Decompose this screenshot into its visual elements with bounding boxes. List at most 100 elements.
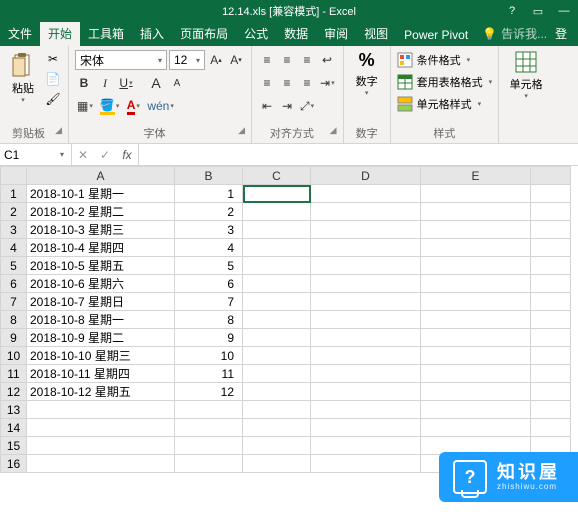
cell[interactable] bbox=[531, 257, 571, 275]
cell[interactable]: 2018-10-4 星期四 bbox=[27, 239, 175, 257]
cell[interactable]: 2018-10-3 星期三 bbox=[27, 221, 175, 239]
font-color-small[interactable]: A bbox=[168, 73, 186, 93]
grow-font-button[interactable]: A▴ bbox=[207, 50, 225, 70]
row-header[interactable]: 8 bbox=[1, 311, 27, 329]
col-header-A[interactable]: A bbox=[27, 167, 175, 185]
cell[interactable] bbox=[311, 239, 421, 257]
cell[interactable]: 1 bbox=[175, 185, 243, 203]
cell[interactable] bbox=[531, 221, 571, 239]
align-launcher[interactable]: ◢ bbox=[330, 125, 337, 136]
cell[interactable] bbox=[421, 419, 531, 437]
font-size-combo[interactable]: 12▾ bbox=[169, 50, 205, 70]
tab-data[interactable]: 数据 bbox=[276, 21, 316, 46]
paste-button[interactable]: 粘贴 ▾ bbox=[6, 50, 40, 108]
tab-page-layout[interactable]: 页面布局 bbox=[172, 21, 236, 46]
row-header[interactable]: 1 bbox=[1, 185, 27, 203]
cell[interactable] bbox=[243, 329, 311, 347]
cell[interactable]: 2018-10-7 星期日 bbox=[27, 293, 175, 311]
tab-file[interactable]: 文件 bbox=[0, 21, 40, 46]
cell[interactable] bbox=[311, 455, 421, 473]
cell[interactable] bbox=[531, 293, 571, 311]
sign-in[interactable]: 登 bbox=[553, 21, 575, 46]
cell[interactable] bbox=[27, 419, 175, 437]
cell[interactable] bbox=[311, 275, 421, 293]
cell[interactable] bbox=[243, 419, 311, 437]
cell[interactable] bbox=[531, 383, 571, 401]
copy-button[interactable]: 📄 bbox=[44, 70, 62, 88]
insert-function-button[interactable]: fx bbox=[116, 148, 138, 162]
cell[interactable] bbox=[421, 329, 531, 347]
cell[interactable] bbox=[531, 419, 571, 437]
minimize-icon[interactable]: — bbox=[554, 5, 574, 18]
cell[interactable] bbox=[421, 239, 531, 257]
cell[interactable] bbox=[175, 437, 243, 455]
font-name-combo[interactable]: 宋体▾ bbox=[75, 50, 167, 70]
cell[interactable]: 2018-10-9 星期二 bbox=[27, 329, 175, 347]
cell[interactable] bbox=[421, 257, 531, 275]
row-header[interactable]: 9 bbox=[1, 329, 27, 347]
cell[interactable] bbox=[421, 275, 531, 293]
phonetic-button[interactable]: wén▾ bbox=[145, 96, 176, 116]
cell[interactable] bbox=[243, 311, 311, 329]
cell[interactable]: 10 bbox=[175, 347, 243, 365]
cell[interactable] bbox=[421, 347, 531, 365]
align-middle-button[interactable]: ≡ bbox=[278, 50, 296, 70]
cell[interactable] bbox=[243, 365, 311, 383]
cell[interactable] bbox=[311, 383, 421, 401]
cell[interactable] bbox=[421, 311, 531, 329]
tab-home[interactable]: 开始 bbox=[40, 21, 80, 46]
cell[interactable]: 8 bbox=[175, 311, 243, 329]
col-header-B[interactable]: B bbox=[175, 167, 243, 185]
fill-color-button[interactable]: 🪣▾ bbox=[98, 96, 121, 116]
cell[interactable]: 5 bbox=[175, 257, 243, 275]
italic-button[interactable]: I bbox=[96, 73, 114, 93]
cell[interactable]: 4 bbox=[175, 239, 243, 257]
col-header-F[interactable] bbox=[531, 167, 571, 185]
cell[interactable] bbox=[175, 455, 243, 473]
cell[interactable] bbox=[243, 221, 311, 239]
cell[interactable] bbox=[421, 185, 531, 203]
row-header[interactable]: 5 bbox=[1, 257, 27, 275]
font-color-large[interactable]: A bbox=[147, 73, 165, 93]
col-header-E[interactable]: E bbox=[421, 167, 531, 185]
align-center-button[interactable]: ≡ bbox=[278, 73, 296, 93]
cell[interactable] bbox=[531, 203, 571, 221]
cell[interactable] bbox=[311, 329, 421, 347]
font-color-button[interactable]: A▾ bbox=[124, 96, 142, 116]
cell[interactable] bbox=[243, 203, 311, 221]
cell[interactable] bbox=[27, 401, 175, 419]
tab-formulas[interactable]: 公式 bbox=[236, 21, 276, 46]
ribbon-toggle-icon[interactable]: ▭ bbox=[528, 5, 548, 18]
cell[interactable] bbox=[311, 419, 421, 437]
cell[interactable]: 2 bbox=[175, 203, 243, 221]
cell[interactable]: 2018-10-5 星期五 bbox=[27, 257, 175, 275]
row-header[interactable]: 14 bbox=[1, 419, 27, 437]
cut-button[interactable]: ✂ bbox=[44, 50, 62, 68]
cell[interactable] bbox=[243, 455, 311, 473]
cell[interactable] bbox=[243, 401, 311, 419]
row-header[interactable]: 15 bbox=[1, 437, 27, 455]
cell[interactable] bbox=[531, 347, 571, 365]
row-header[interactable]: 11 bbox=[1, 365, 27, 383]
tab-power-pivot[interactable]: Power Pivot bbox=[396, 24, 476, 46]
cell[interactable] bbox=[421, 293, 531, 311]
cell[interactable] bbox=[311, 365, 421, 383]
cell[interactable] bbox=[531, 239, 571, 257]
row-header[interactable]: 13 bbox=[1, 401, 27, 419]
cell[interactable] bbox=[421, 221, 531, 239]
enter-formula-button[interactable]: ✓ bbox=[94, 148, 116, 162]
tab-review[interactable]: 审阅 bbox=[316, 21, 356, 46]
cell[interactable] bbox=[311, 221, 421, 239]
wrap-text-button[interactable]: ↩ bbox=[318, 50, 336, 70]
cell[interactable] bbox=[243, 185, 311, 203]
cell[interactable] bbox=[531, 311, 571, 329]
cell[interactable]: 9 bbox=[175, 329, 243, 347]
cell[interactable] bbox=[311, 293, 421, 311]
cancel-formula-button[interactable]: ✕ bbox=[72, 148, 94, 162]
cell[interactable] bbox=[243, 437, 311, 455]
name-box[interactable]: ▾ bbox=[0, 144, 72, 165]
cell[interactable] bbox=[311, 185, 421, 203]
cell[interactable] bbox=[175, 419, 243, 437]
cell[interactable] bbox=[311, 437, 421, 455]
align-bottom-button[interactable]: ≡ bbox=[298, 50, 316, 70]
